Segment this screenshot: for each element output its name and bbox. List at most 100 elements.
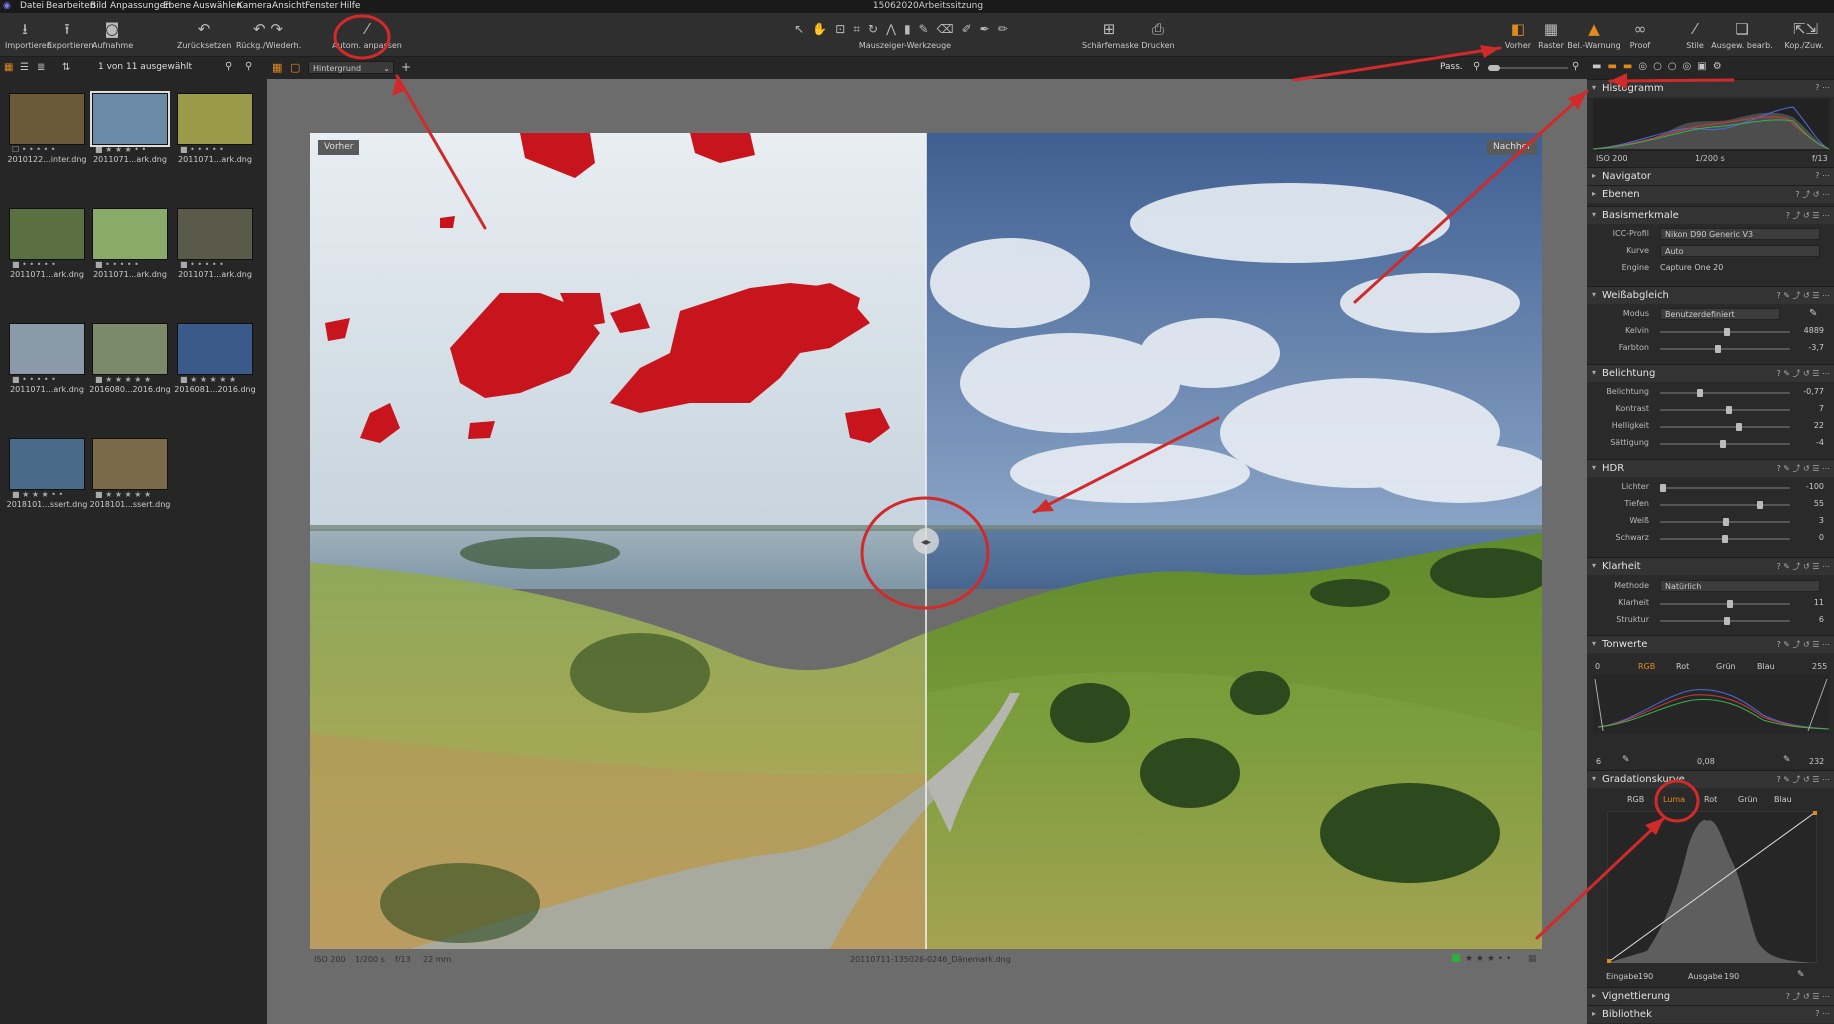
curve-input-value[interactable]: 190 — [1638, 972, 1653, 981]
single-view-icon[interactable]: ▢ — [290, 61, 300, 74]
section-actions-icons[interactable]: ? ⤴ ↺ ☰ ⋯ — [1786, 991, 1830, 1002]
slider-value[interactable]: 55 — [1794, 499, 1824, 508]
eyedropper-icon[interactable]: ✎ — [1797, 970, 1805, 980]
thumbnail-rating[interactable]: ☐ • • • • • — [12, 145, 90, 155]
exposure-warning-button[interactable]: ▲ Bel.-Warnung — [1566, 19, 1622, 50]
menu-ansicht[interactable]: Ansicht — [272, 1, 305, 11]
thumbnail-item[interactable]: ■ • • • • • 2011071...ark.dng — [4, 323, 90, 394]
thumbnail-image[interactable] — [177, 208, 253, 260]
levels-mid-value[interactable]: 0,08 — [1697, 757, 1715, 766]
tool-tabs-icons[interactable]: ▬▬▬◎○○◎▣⚙ — [1592, 61, 1728, 72]
slider-track[interactable] — [1660, 518, 1790, 526]
zoom-slider-knob[interactable] — [1488, 65, 1500, 71]
kelvin-slider[interactable] — [1660, 328, 1790, 336]
slider-knob[interactable] — [1727, 600, 1733, 608]
thumbnail-image[interactable] — [92, 323, 168, 375]
levels-tab-blue[interactable]: Blau — [1757, 662, 1775, 671]
thumbnail-item[interactable]: ■ • • • • • 2011071...ark.dng — [4, 208, 90, 279]
slider-track[interactable] — [1660, 423, 1790, 431]
color-tag[interactable] — [1452, 954, 1460, 962]
tint-slider[interactable] — [1660, 345, 1790, 353]
section-actions-icons[interactable]: ? ✎ ⤴ ↺ ☰ ⋯ — [1776, 368, 1830, 379]
filter-icon[interactable]: ⚲ — [225, 61, 232, 72]
histogram-section[interactable]: ▾ Histogramm? ⋯ — [1587, 79, 1834, 97]
before-button[interactable]: ◧ Vorher — [1500, 19, 1536, 50]
eyedropper-icon[interactable]: ✎ — [1809, 308, 1817, 319]
slider-track[interactable] — [1660, 484, 1790, 492]
thumbnail-item[interactable]: ■ ★ ★ ★ • • 2011071...ark.dng — [87, 91, 173, 164]
thumbnail-image[interactable] — [9, 93, 85, 145]
slider-knob[interactable] — [1722, 535, 1728, 543]
eyedropper-icon[interactable]: ✎ — [1622, 755, 1630, 765]
navigator-section[interactable]: ▸ Navigator? ⋯ — [1587, 167, 1834, 185]
curve-tab-blue[interactable]: Blau — [1774, 795, 1792, 804]
thumbnail-rating[interactable]: ■ ★ ★ ★ • • — [12, 490, 90, 500]
curve-select[interactable]: Auto — [1660, 245, 1820, 257]
base-characteristics-section[interactable]: ▾ Basismerkmale? ⤴ ↺ ☰ ⋯ — [1587, 206, 1834, 224]
thumbnail-item[interactable]: ■ • • • • • 2011071...ark.dng — [172, 93, 258, 164]
menu-ebene[interactable]: Ebene — [163, 1, 191, 11]
zoom-in-icon[interactable]: ⚲ — [1572, 61, 1579, 72]
thumbnail-rating[interactable]: ■ • • • • • — [180, 145, 258, 155]
clarity-section[interactable]: ▾ Klarheit? ✎ ⤴ ↺ ☰ ⋯ — [1587, 557, 1834, 575]
zoom-out-icon[interactable]: ⚲ — [1473, 61, 1480, 72]
focus-mask-button[interactable]: ⊞ Schärfemaske — [1082, 19, 1139, 50]
proof-button[interactable]: ∞ Proof — [1620, 19, 1660, 50]
slider-value[interactable]: -4 — [1794, 438, 1824, 447]
menu-bild[interactable]: Bild — [90, 1, 107, 11]
tint-value[interactable]: -3,7 — [1794, 343, 1824, 352]
section-actions-icons[interactable]: ? ⋯ — [1815, 1009, 1830, 1018]
slider-knob[interactable] — [1726, 406, 1732, 414]
thumbnail-image[interactable] — [9, 323, 85, 375]
levels-tab-red[interactable]: Rot — [1676, 662, 1689, 671]
hdr-section[interactable]: ▾ HDR? ✎ ⤴ ↺ ☰ ⋯ — [1587, 459, 1834, 477]
menu-fenster[interactable]: Fenster — [305, 1, 338, 11]
thumbnail-rating[interactable]: ■ ★ ★ ★ ★ ★ — [95, 490, 173, 500]
thumbnail-image[interactable] — [177, 323, 253, 375]
curve-section[interactable]: ▾ Gradationskurve? ✎ ⤴ ↺ ☰ ⋯ — [1587, 770, 1834, 788]
split-handle[interactable] — [860, 523, 890, 553]
wb-mode-select[interactable]: Benutzerdefiniert — [1660, 308, 1780, 320]
print-button[interactable]: ⎙ Drucken — [1138, 19, 1178, 50]
rating-stars[interactable]: ★ ★ ★ • • — [1465, 954, 1511, 964]
slider-knob[interactable] — [1757, 501, 1763, 509]
menu-bearbeiten[interactable]: Bearbeiten — [46, 1, 95, 11]
edit-selected-button[interactable]: ❏ Ausgew. bearb. — [1710, 19, 1774, 50]
library-section[interactable]: ▸ Bibliothek? ⋯ — [1587, 1005, 1834, 1023]
zoom-slider[interactable] — [1488, 65, 1568, 71]
cursor-tools-icons[interactable]: ↖✋⊡⌗↻⋀▮✎⌫✐✒✏ — [760, 19, 1050, 39]
slider-track[interactable] — [1660, 440, 1790, 448]
filmstrip-view-icon[interactable]: ≣ — [37, 62, 45, 73]
copy-apply-button[interactable]: ⇱⇲ Kop./Zuw. — [1778, 19, 1830, 50]
menu-hilfe[interactable]: Hilfe — [340, 1, 360, 11]
thumbnail-rating[interactable]: ■ • • • • • — [95, 260, 173, 270]
thumbnail-item[interactable]: ■ ★ ★ ★ • • 2018101...ssert.dng — [4, 438, 90, 509]
tint-slider-knob[interactable] — [1715, 345, 1721, 353]
section-actions-icons[interactable]: ? ✎ ⤴ ↺ ☰ ⋯ — [1776, 774, 1830, 785]
section-actions-icons[interactable]: ? ✎ ⤴ ↺ ☰ ⋯ — [1776, 290, 1830, 301]
styles-button[interactable]: ⁄ Stile — [1678, 19, 1712, 50]
thumbnail-rating[interactable]: ■ ★ ★ ★ ★ ★ — [95, 375, 173, 385]
thumbnail-item[interactable]: ■ ★ ★ ★ ★ ★ 2018101...ssert.dng — [87, 438, 173, 509]
eyedropper-icon[interactable]: ✎ — [1783, 755, 1791, 765]
slider-track[interactable] — [1660, 389, 1790, 397]
search-icon[interactable]: ⚲ — [245, 61, 252, 72]
section-actions-icons[interactable]: ? ⤴ ↺ ⋯ — [1795, 189, 1830, 200]
kelvin-slider-knob[interactable] — [1724, 328, 1730, 336]
menu-anpassungen[interactable]: Anpassungen — [110, 1, 171, 11]
thumbnail-rating[interactable]: ■ ★ ★ ★ • • — [95, 145, 173, 155]
slider-knob[interactable] — [1720, 440, 1726, 448]
photo-canvas[interactable]: ◂▸ — [310, 133, 1542, 949]
levels-section[interactable]: ▾ Tonwerte? ✎ ⤴ ↺ ☰ ⋯ — [1587, 635, 1834, 653]
section-actions-icons[interactable]: ? ⤴ ↺ ☰ ⋯ — [1786, 210, 1830, 221]
export-button[interactable]: ⭱ Exportieren — [47, 19, 93, 50]
grid-icon[interactable]: ▦ — [1528, 954, 1537, 964]
slider-track[interactable] — [1660, 406, 1790, 414]
sort-icon[interactable]: ⇅ — [62, 62, 70, 73]
levels-high-value[interactable]: 232 — [1809, 757, 1824, 766]
layer-select[interactable]: Hintergrund ⌄ — [308, 61, 394, 74]
section-actions-icons[interactable]: ? ⋯ — [1815, 83, 1830, 92]
thumbnail-image[interactable] — [9, 438, 85, 490]
slider-track[interactable] — [1660, 617, 1790, 625]
thumbnail-image[interactable] — [90, 91, 170, 147]
